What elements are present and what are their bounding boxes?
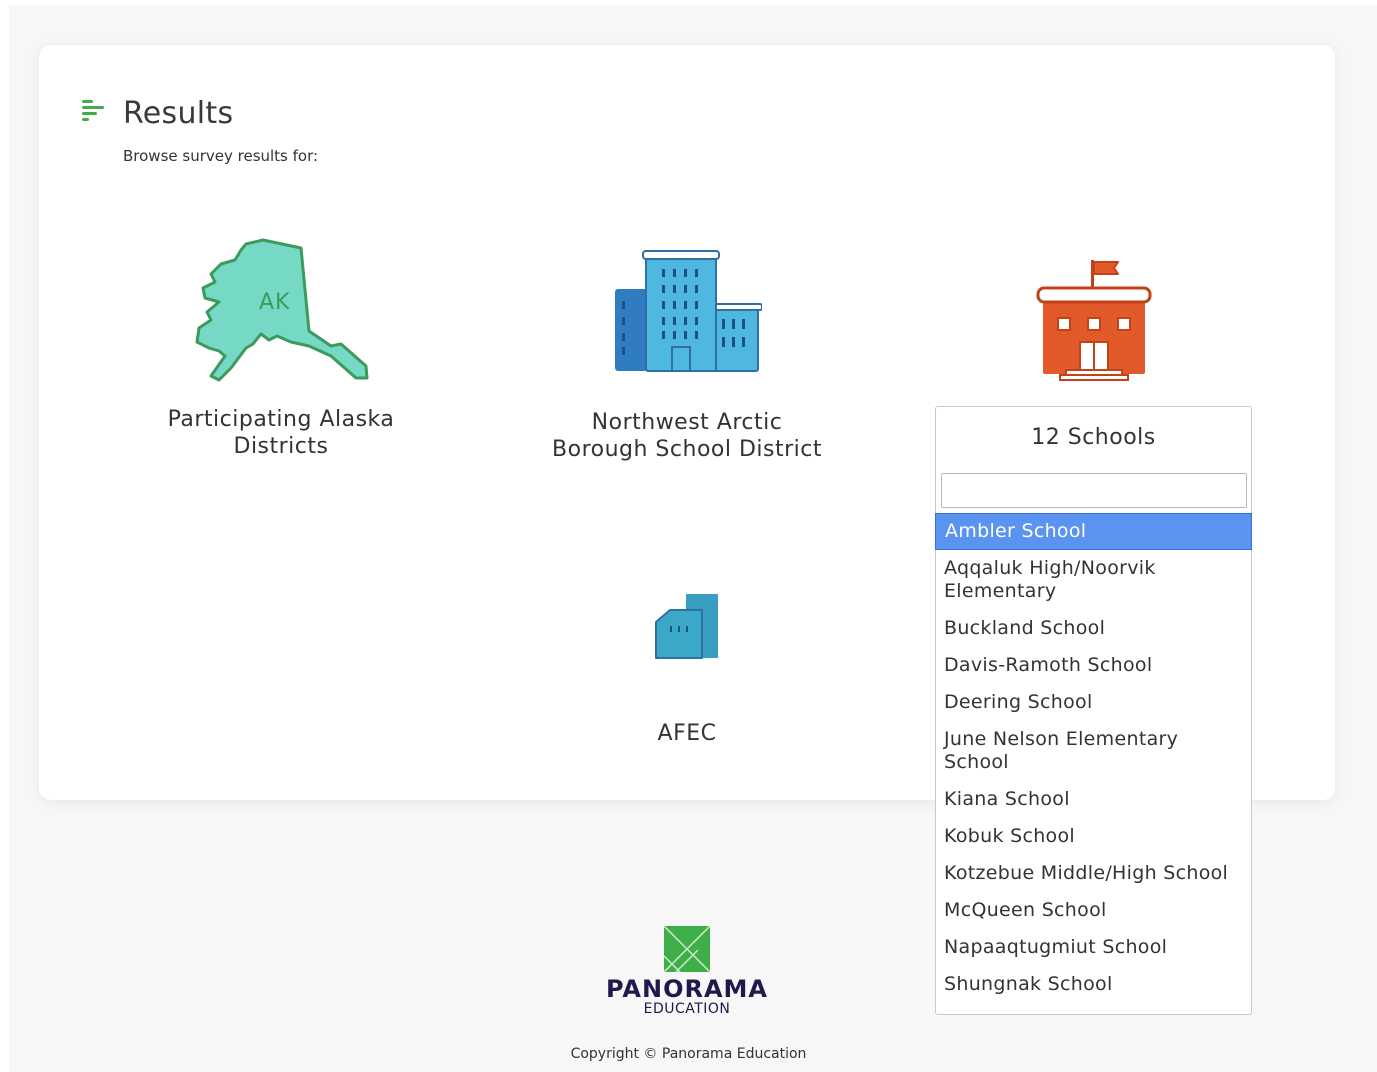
dropdown-option[interactable]: Kiana School [936,781,1251,818]
school-building-icon[interactable] [1036,258,1152,382]
tile-participating-districts[interactable]: AK Participating Alaska Districts [140,236,422,460]
brand-subtitle: EDUCATION [643,1001,731,1017]
alaska-map-icon: AK [195,238,369,382]
dropdown-option[interactable]: Deering School [936,684,1251,721]
tile-district[interactable]: Northwest Arctic Borough School District [536,247,838,463]
dropdown-option[interactable]: Buckland School [936,610,1251,647]
small-building-icon [655,594,718,659]
page-title: Results [123,96,234,131]
tile-afec[interactable]: AFEC [600,592,774,747]
alaska-abbrev: AK [259,290,290,315]
dropdown-option[interactable]: McQueen School [936,892,1251,929]
schools-dropdown[interactable]: 12 Schools Ambler School Aqqaluk High/Noo… [935,406,1252,1015]
browse-label: Browse survey results for: [123,147,319,165]
dropdown-option[interactable]: Napaaqtugmiut School [936,929,1251,966]
panorama-logo-icon [664,926,710,972]
dropdown-title[interactable]: 12 Schools [936,425,1251,450]
dropdown-option[interactable]: Kobuk School [936,818,1251,855]
school-list: Ambler School Aqqaluk High/Noorvik Elemen… [935,513,1252,1003]
tile-label-line2: Districts [233,434,329,459]
tile-label-line1: Participating Alaska [167,407,395,432]
district-buildings-icon [615,250,762,372]
tile-label-line2: Borough School District [552,437,822,462]
tile-label-line1: Northwest Arctic [591,410,783,435]
dropdown-option[interactable]: Ambler School [935,513,1252,550]
brand-name: PANORAMA [606,975,768,1003]
results-list-icon [82,100,104,121]
tile-label: AFEC [657,721,717,746]
dropdown-option[interactable]: Kotzebue Middle/High School [936,855,1251,892]
dropdown-option[interactable]: Davis-Ramoth School [936,647,1251,684]
school-search-input[interactable] [941,473,1247,508]
copyright-text: Copyright © Panorama Education [570,1046,807,1062]
dropdown-option[interactable]: Aqqaluk High/Noorvik Elementary [936,550,1251,610]
dropdown-option[interactable]: June Nelson Elementary School [936,721,1251,781]
panorama-logo[interactable]: PANORAMA EDUCATION [606,926,768,1016]
dropdown-option[interactable]: Shungnak School [936,966,1251,1003]
